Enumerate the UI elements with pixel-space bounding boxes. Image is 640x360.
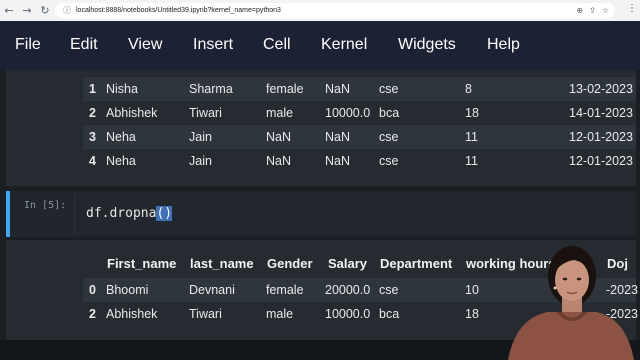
table-cell: 14-01-2023 bbox=[569, 106, 633, 120]
table-cell: 11 bbox=[465, 154, 478, 168]
table-cell: bca bbox=[379, 307, 400, 321]
menu-insert[interactable]: Insert bbox=[193, 36, 233, 54]
column-header: Department bbox=[380, 256, 453, 271]
table-cell: 10000.0 bbox=[325, 307, 371, 321]
share-icon[interactable]: ⇪ bbox=[589, 6, 596, 15]
url-text: localhost:8888/notebooks/Untitled39.ipyn… bbox=[76, 7, 281, 14]
table-cell: NaN bbox=[325, 130, 351, 144]
table-cell: Jain bbox=[189, 154, 212, 168]
table-cell: Abhishek bbox=[106, 307, 158, 321]
row-index: 1 bbox=[89, 82, 96, 96]
table-cell: 8 bbox=[465, 82, 472, 96]
zoom-icon[interactable]: ⊕ bbox=[576, 6, 583, 15]
menu-kernel[interactable]: Kernel bbox=[321, 36, 367, 54]
table-cell: Abhishek bbox=[106, 106, 158, 120]
table-cell: cse bbox=[379, 130, 399, 144]
column-header: last_name bbox=[190, 256, 254, 271]
menu-help[interactable]: Help bbox=[487, 36, 520, 54]
address-bar[interactable]: ⓘ localhost:8888/notebooks/Untitled39.ip… bbox=[55, 3, 615, 18]
table-cell: Tiwari bbox=[189, 106, 222, 120]
table-row: 3 Neha Jain NaN NaN cse 11 12-01-2023 bbox=[83, 125, 636, 149]
table-cell: Bhoomi bbox=[106, 283, 149, 297]
table-cell: NaN bbox=[325, 82, 351, 96]
table-cell: NaN bbox=[266, 130, 292, 144]
row-index: 4 bbox=[89, 154, 96, 168]
table-cell: Sharma bbox=[189, 82, 233, 96]
table-cell: 12-01-2023 bbox=[569, 154, 633, 168]
table-cell: Devnani bbox=[189, 283, 235, 297]
address-bar-actions: ⊕ ⇪ ☆ bbox=[576, 3, 609, 18]
menu-view[interactable]: View bbox=[128, 36, 162, 54]
table-cell: 10000.0 bbox=[325, 106, 371, 120]
table-cell: 13-02-2023 bbox=[569, 82, 633, 96]
table-cell: cse bbox=[379, 154, 399, 168]
reload-icon[interactable]: ↻ bbox=[36, 0, 54, 21]
table-cell: Neha bbox=[106, 154, 136, 168]
column-header: First_name bbox=[107, 256, 177, 271]
menu-edit[interactable]: Edit bbox=[70, 36, 98, 54]
notebook-menu-bar: File Edit View Insert Cell Kernel Widget… bbox=[0, 21, 640, 70]
menu-widgets[interactable]: Widgets bbox=[398, 36, 456, 54]
column-header: Salary bbox=[328, 256, 368, 271]
table-cell: Jain bbox=[189, 130, 212, 144]
menu-file[interactable]: File bbox=[15, 36, 41, 54]
table-row: 1 Nisha Sharma female NaN cse 8 13-02-20… bbox=[83, 77, 636, 101]
forward-icon[interactable]: → bbox=[18, 0, 36, 21]
input-prompt: In [5]: bbox=[24, 200, 67, 211]
table-cell: Neha bbox=[106, 130, 136, 144]
browser-menu-icon[interactable]: ⋮ bbox=[627, 3, 637, 14]
table-cell: Nisha bbox=[106, 82, 138, 96]
table-cell: 12-01-2023 bbox=[569, 130, 633, 144]
table-cell: cse bbox=[379, 283, 399, 297]
table-cell: bca bbox=[379, 106, 400, 120]
table-cell: 20000.0 bbox=[325, 283, 371, 297]
table-row: 4 Neha Jain NaN NaN cse 11 12-01-2023 bbox=[83, 149, 636, 173]
row-index: 3 bbox=[89, 130, 96, 144]
presenter-webcam-overlay bbox=[508, 246, 634, 360]
table-cell: male bbox=[266, 106, 294, 120]
site-info-icon[interactable]: ⓘ bbox=[63, 5, 71, 16]
menu-cell[interactable]: Cell bbox=[263, 36, 291, 54]
browser-toolbar: ← → ↻ ⓘ localhost:8888/notebooks/Untitle… bbox=[0, 0, 640, 21]
code-selection: () bbox=[156, 206, 173, 221]
table-cell: male bbox=[266, 307, 294, 321]
row-index: 2 bbox=[89, 106, 96, 120]
table-cell: NaN bbox=[266, 154, 292, 168]
table-cell: cse bbox=[379, 82, 399, 96]
row-index: 0 bbox=[89, 283, 96, 297]
table-row: 2 Abhishek Tiwari male 10000.0 bca 18 14… bbox=[83, 101, 636, 125]
table-cell: female bbox=[266, 82, 304, 96]
code-text: df.dropna bbox=[86, 206, 157, 221]
table-cell: 10 bbox=[465, 283, 479, 297]
table-cell: Tiwari bbox=[189, 307, 222, 321]
code-line[interactable]: df.dropna() bbox=[86, 206, 173, 221]
table-cell: 18 bbox=[465, 307, 479, 321]
row-index: 2 bbox=[89, 307, 96, 321]
back-icon[interactable]: ← bbox=[0, 0, 18, 21]
table-cell: NaN bbox=[325, 154, 351, 168]
bookmark-star-icon[interactable]: ☆ bbox=[602, 6, 609, 15]
column-header: Gender bbox=[267, 256, 313, 271]
table-cell: 11 bbox=[465, 130, 478, 144]
table-cell: 18 bbox=[465, 106, 479, 120]
table-cell: female bbox=[266, 283, 304, 297]
